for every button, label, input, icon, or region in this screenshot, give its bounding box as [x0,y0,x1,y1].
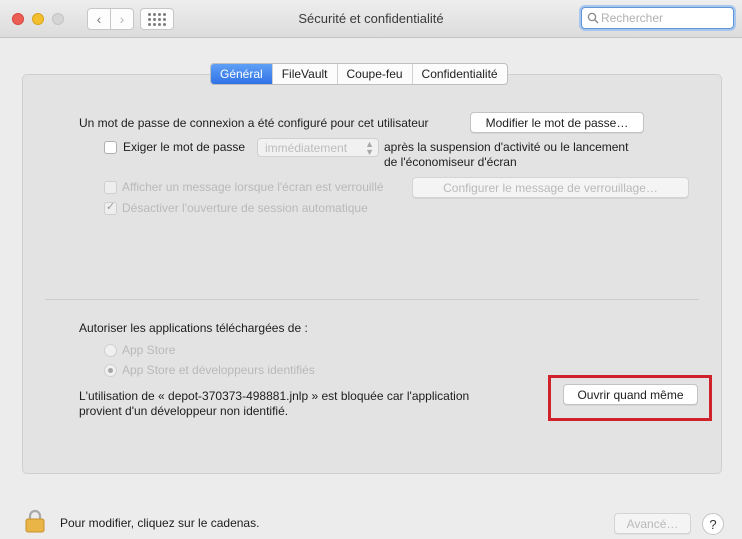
search-input[interactable] [601,11,729,25]
require-password-suffix-line2: de l'économiseur d'écran [384,155,517,169]
radio-identified-developers[interactable] [104,364,117,377]
disable-autologin-checkbox[interactable]: ✓ [104,201,117,215]
title-bar: ‹ › Sécurité et confidentialité [0,0,742,38]
tab-bar: Général FileVault Coupe-feu Confidential… [210,63,508,85]
highlight-box [548,375,712,421]
radio-app-store[interactable] [104,344,117,357]
require-password-delay-value: immédiatement [265,140,348,155]
tab-firewall[interactable]: Coupe-feu [336,64,412,84]
tab-filevault[interactable]: FileVault [271,64,337,84]
show-lock-message-label: Afficher un message lorsque l'écran est … [122,180,384,194]
blocked-app-message-line1: L'utilisation de « depot-370373-498881.j… [79,389,470,403]
require-password-checkbox[interactable] [104,141,117,154]
checkmark-icon: ✓ [106,201,116,213]
show-lock-message-checkbox[interactable] [104,181,117,194]
blocked-app-message-line2: provient d'un développeur non identifié. [79,404,289,418]
configure-lock-message-button[interactable]: Configurer le message de verrouillage… [412,177,689,198]
search-field[interactable] [581,7,734,29]
require-password-suffix-line1: après la suspension d'activité ou le lan… [384,140,629,154]
require-password-delay-popup[interactable]: immédiatement ▲ ▼ [257,138,379,157]
disable-autologin-label: Désactiver l'ouverture de session automa… [122,201,368,215]
lock-icon[interactable] [24,509,46,533]
radio-app-store-label: App Store [122,343,176,357]
change-password-button[interactable]: Modifier le mot de passe… [470,112,644,133]
section-divider [45,299,699,300]
radio-identified-developers-label: App Store et développeurs identifiés [122,363,315,377]
advanced-button[interactable]: Avancé… [614,513,691,534]
help-button[interactable]: ? [702,513,724,535]
updown-arrows-icon: ▲ ▼ [365,139,374,157]
allow-apps-heading: Autoriser les applications téléchargées … [79,321,308,335]
system-preferences-window: ‹ › Sécurité et confidentialité Général … [0,0,742,539]
tab-privacy[interactable]: Confidentialité [411,64,507,84]
require-password-label: Exiger le mot de passe [123,140,246,154]
tab-general[interactable]: Général [211,64,272,84]
search-icon [587,12,599,24]
password-status-text: Un mot de passe de connexion a été confi… [79,116,429,130]
radio-selected-dot [108,368,113,373]
lock-hint-text: Pour modifier, cliquez sur le cadenas. [60,516,260,530]
